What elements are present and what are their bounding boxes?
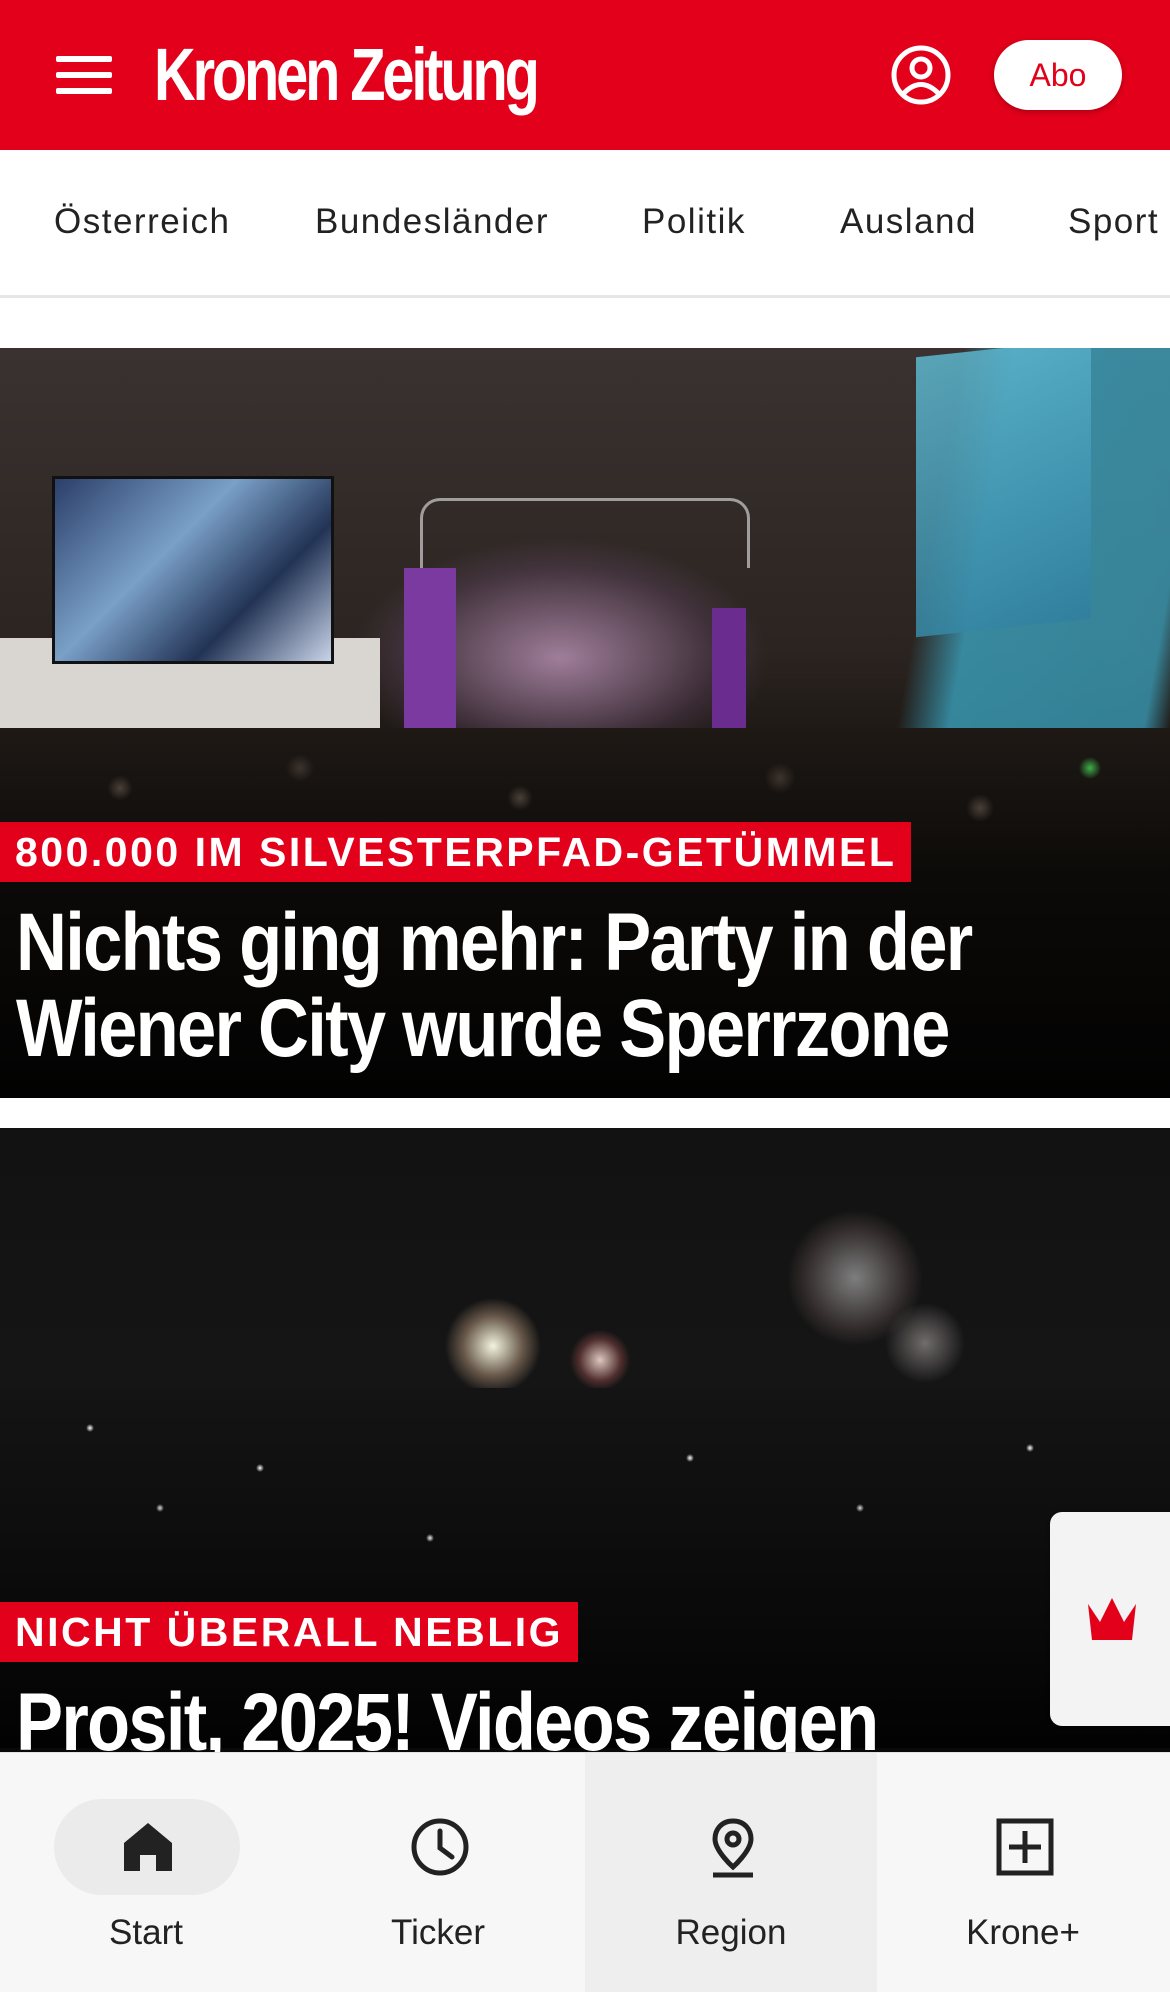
home-icon (124, 1823, 172, 1871)
clock-icon (411, 1818, 469, 1876)
tab-label: Region (675, 1913, 787, 1952)
tab-label: Ticker (391, 1913, 485, 1952)
category-ausland[interactable]: Ausland (840, 202, 977, 242)
category-politik[interactable]: Politik (642, 202, 746, 242)
menu-icon-bar (56, 56, 112, 62)
headline-line: Wiener City wurde Sperrzone (16, 983, 950, 1074)
plus-box-icon (996, 1818, 1054, 1876)
article-kicker: NICHT ÜBERALL NEBLIG (0, 1602, 579, 1662)
tab-region[interactable]: Region (585, 1753, 877, 1992)
category-sport[interactable]: Sport (1068, 202, 1159, 242)
menu-button[interactable] (56, 56, 112, 94)
headline-line: Nichts ging mehr: Party in der (16, 897, 973, 988)
menu-icon-bar (56, 72, 112, 78)
tab-start[interactable]: Start (0, 1753, 292, 1992)
article-headline: Nichts ging mehr: Party in der Wiener Ci… (16, 900, 988, 1072)
tab-label: Krone+ (966, 1913, 1080, 1952)
abo-button[interactable]: Abo (994, 40, 1122, 110)
top-header: Kronen Zeitung Abo (0, 0, 1170, 150)
krone-float-button[interactable] (1050, 1512, 1170, 1726)
tab-kroneplus[interactable]: Krone+ (877, 1753, 1169, 1992)
user-account-icon (891, 45, 951, 105)
category-oesterreich[interactable]: Österreich (54, 202, 230, 242)
tab-ticker[interactable]: Ticker (292, 1753, 584, 1992)
account-button[interactable] (890, 44, 952, 106)
menu-icon-bar (56, 88, 112, 94)
category-bundeslaender[interactable]: Bundesländer (315, 202, 549, 242)
category-nav: Österreich Bundesländer Politik Ausland … (0, 150, 1170, 298)
article-card[interactable]: 800.000 IM SILVESTERPFAD-GETÜMMEL Nichts… (0, 348, 1170, 1098)
article-kicker: 800.000 IM SILVESTERPFAD-GETÜMMEL (0, 822, 912, 882)
bottom-tab-bar: Start Ticker Region Krone+ (0, 1752, 1170, 1992)
site-logo[interactable]: Kronen Zeitung (154, 28, 540, 122)
tab-label: Start (109, 1913, 183, 1952)
location-pin-icon (712, 1818, 754, 1878)
crown-icon (1088, 1598, 1136, 1640)
